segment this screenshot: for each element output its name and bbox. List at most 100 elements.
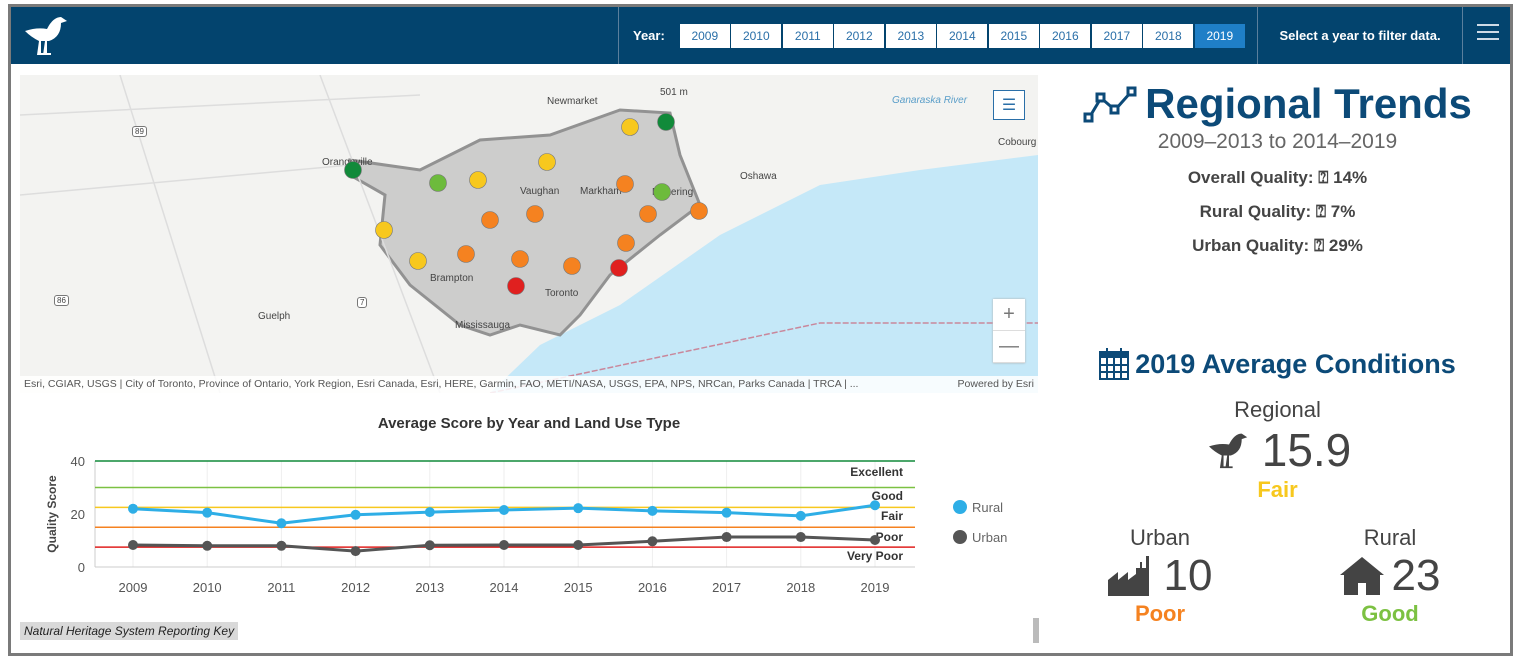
x-tick-label: 2012 (341, 580, 370, 595)
x-tick-label: 2018 (786, 580, 815, 595)
band-label: Very Poor (847, 549, 903, 563)
rural-quality: Rural Quality: ⍰ 7% (1199, 202, 1356, 221)
monitoring-site-fair[interactable] (375, 221, 393, 239)
monitoring-site-poor[interactable] (690, 202, 708, 220)
chart-title: Average Score by Year and Land Use Type (377, 415, 681, 432)
data-point-rural (350, 509, 361, 520)
y-tick-label: 0 (78, 560, 85, 575)
data-point-rural (573, 503, 584, 514)
conditions-title: 2019 Average Conditions (1135, 348, 1456, 379)
filter-hint: Select a year to filter data. (1257, 7, 1463, 64)
map-legend-button[interactable]: ☰ (993, 90, 1025, 120)
conditions-heading: 2019 Average Conditions (1050, 348, 1505, 380)
monitoring-site-very-poor[interactable] (610, 259, 628, 277)
data-point-urban (499, 540, 509, 551)
zoom-out-button[interactable]: — (993, 331, 1025, 363)
rural-label: Rural (1363, 525, 1417, 550)
summary-panel: Regional Trends 2009–2013 to 2014–2019 O… (1050, 70, 1505, 626)
year-button-2010[interactable]: 2010 (731, 23, 782, 48)
scrollbar[interactable] (1033, 618, 1039, 643)
year-button-2009[interactable]: 2009 (679, 23, 730, 48)
monitoring-site-good[interactable] (429, 174, 447, 192)
legend-label: Rural (972, 500, 1003, 515)
monitoring-site-poor[interactable] (526, 205, 544, 223)
monitoring-site-poor[interactable] (639, 205, 657, 223)
zoom-in-button[interactable]: + (993, 299, 1025, 331)
monitoring-site-fair[interactable] (409, 252, 427, 270)
data-point-urban (202, 540, 213, 551)
monitoring-site-good[interactable] (653, 183, 671, 201)
house-icon (1339, 557, 1384, 595)
year-button-2013[interactable]: 2013 (885, 23, 936, 48)
trends-heading: Regional Trends (1050, 80, 1505, 128)
monitoring-site-fair[interactable] (621, 118, 639, 136)
urban-rating: Poor (1134, 601, 1186, 626)
data-point-urban (795, 532, 806, 543)
data-point-urban (350, 546, 361, 557)
legend-marker-rural (953, 500, 967, 514)
rural-rating: Good (1361, 601, 1419, 626)
legend-marker-urban (953, 530, 967, 544)
data-point-urban (424, 540, 435, 551)
data-point-rural (721, 507, 732, 518)
band-label: Fair (881, 509, 903, 523)
data-point-urban (721, 532, 732, 543)
data-point-urban (647, 536, 658, 547)
trend-line-icon (1083, 86, 1137, 123)
data-point-urban (870, 534, 880, 545)
year-button-2015[interactable]: 2015 (988, 23, 1039, 48)
factory-icon (1107, 556, 1149, 596)
map[interactable]: Newmarket Orangeville Vaughan Markham Picker… (20, 75, 1038, 393)
data-point-rural (276, 518, 287, 529)
zoom-control: + — (993, 299, 1025, 363)
monitoring-site-excellent[interactable] (657, 113, 675, 131)
reporting-key-link[interactable]: Natural Heritage System Reporting Key (20, 622, 239, 640)
monitoring-site-poor[interactable] (616, 175, 634, 193)
monitoring-site-poor[interactable] (563, 257, 581, 275)
header: Year: 2009 2010 2011 2012 2013 2014 2015 2016 20… (11, 7, 1510, 64)
year-button-2011[interactable]: 2011 (782, 23, 833, 48)
monitoring-site-poor[interactable] (457, 245, 475, 263)
data-point-rural (128, 503, 138, 514)
regional-score: 15.9 (1261, 424, 1352, 476)
attribution-text: Esri, CGIAR, USGS | City of Toronto, Pro… (24, 378, 859, 390)
regional-label: Regional (1234, 397, 1321, 422)
band-label: Poor (876, 530, 904, 544)
monitoring-site-excellent[interactable] (344, 161, 362, 179)
data-point-urban (128, 540, 138, 551)
monitoring-site-very-poor[interactable] (507, 277, 525, 295)
data-point-rural (795, 510, 806, 521)
year-button-2012[interactable]: 2012 (834, 23, 885, 48)
data-point-rural (424, 507, 435, 518)
bird-icon[interactable] (23, 13, 71, 57)
urban-label: Urban (1130, 525, 1190, 550)
regional-rating: Fair (1257, 477, 1298, 502)
data-point-urban (573, 540, 584, 551)
year-button-2017[interactable]: 2017 (1091, 23, 1142, 48)
data-point-rural (499, 505, 509, 516)
x-tick-label: 2017 (712, 580, 741, 595)
monitoring-site-poor[interactable] (617, 234, 635, 252)
x-tick-label: 2013 (415, 580, 444, 595)
year-button-2018[interactable]: 2018 (1143, 23, 1194, 48)
x-tick-label: 2016 (638, 580, 667, 595)
data-point-rural (647, 505, 658, 516)
year-button-2014[interactable]: 2014 (937, 23, 988, 48)
hamburger-icon[interactable] (1477, 24, 1499, 45)
year-filter: Year: 2009 2010 2011 2012 2013 2014 2015 2016 20… (618, 7, 1246, 64)
legend-label: Urban (972, 530, 1007, 545)
monitoring-site-poor[interactable] (481, 211, 499, 229)
calendar-icon (1099, 348, 1130, 380)
x-tick-label: 2011 (267, 580, 295, 595)
data-point-urban (276, 540, 287, 551)
year-button-2016[interactable]: 2016 (1040, 23, 1091, 48)
year-button-2019[interactable]: 2019 (1194, 23, 1245, 48)
urban-quality: Urban Quality: ⍰ 29% (1192, 236, 1363, 255)
monitoring-site-poor[interactable] (511, 250, 529, 268)
x-tick-label: 2009 (119, 580, 148, 595)
line-chart: 2009 2010 2011 2012 2013 2014 2015 2016 2017 2018… (45, 454, 1007, 595)
monitoring-site-fair[interactable] (538, 153, 556, 171)
powered-by[interactable]: Powered by Esri (958, 378, 1034, 391)
y-tick-label: 40 (71, 454, 85, 469)
monitoring-site-fair[interactable] (469, 171, 487, 189)
